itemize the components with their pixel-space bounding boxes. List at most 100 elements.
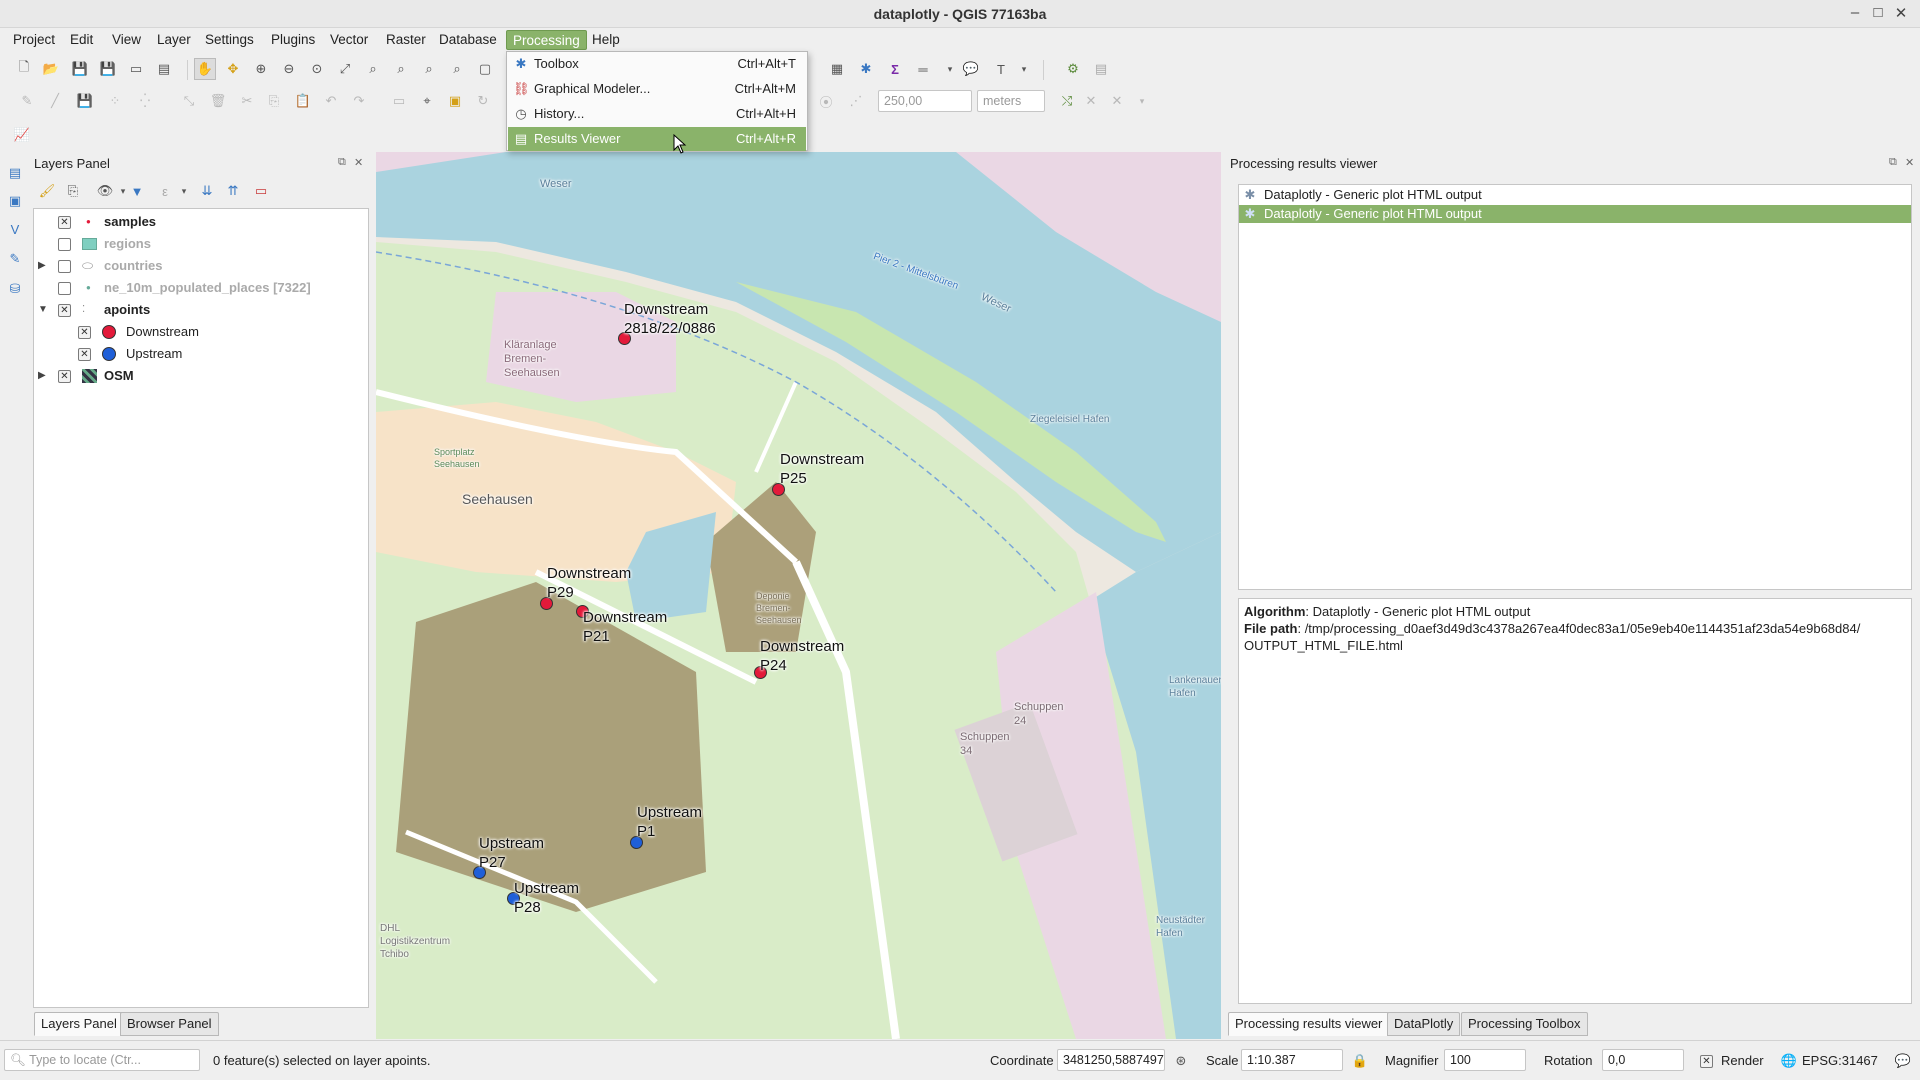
- menu-processing[interactable]: Processing: [506, 30, 587, 50]
- chevron-down-icon[interactable]: ▾: [173, 180, 195, 202]
- legend-checkbox[interactable]: ✕: [78, 326, 91, 339]
- menu-raster[interactable]: Raster: [380, 30, 432, 50]
- intersection-icon[interactable]: ✕: [1080, 90, 1102, 112]
- plugin-icon[interactable]: ▤: [1090, 58, 1112, 80]
- table-icon[interactable]: ▦: [826, 58, 848, 80]
- label-pin-icon[interactable]: ⌖: [416, 90, 438, 112]
- scale-select[interactable]: 1:10.387: [1241, 1049, 1343, 1071]
- tab-processing-results-viewer[interactable]: Processing results viewer: [1228, 1012, 1390, 1036]
- menu-help[interactable]: Help: [586, 30, 626, 50]
- zoom-out-icon[interactable]: ⊖: [278, 58, 300, 80]
- collapse-arrow-icon[interactable]: ▼: [38, 299, 48, 321]
- menu-item-graphical-modeler[interactable]: ⛓ Graphical Modeler... Ctrl+Alt+M: [508, 77, 806, 101]
- menu-layer[interactable]: Layer: [151, 30, 197, 50]
- new-map-view-icon[interactable]: ▢: [474, 58, 496, 80]
- expand-all-icon[interactable]: ⇊: [196, 180, 218, 202]
- menu-database[interactable]: Database: [433, 30, 503, 50]
- pan-to-selection-icon[interactable]: ✥: [222, 58, 244, 80]
- chevron-down-icon[interactable]: ▾: [1131, 90, 1153, 112]
- open-project-icon[interactable]: 📂: [40, 58, 62, 80]
- render-checkbox[interactable]: ✕: [1700, 1055, 1713, 1068]
- add-feature-icon[interactable]: ⁘: [104, 90, 126, 112]
- zoom-in-icon[interactable]: ⊕: [250, 58, 272, 80]
- coordinate-toggle-icon[interactable]: ⊛: [1170, 1050, 1192, 1072]
- zoom-selection-icon[interactable]: ⌕: [362, 58, 384, 80]
- zoom-layer-icon[interactable]: ⌕: [390, 58, 412, 80]
- print-layout-icon[interactable]: ▭: [125, 58, 147, 80]
- new-project-icon[interactable]: 🗋: [13, 58, 35, 80]
- units-select[interactable]: meters: [977, 90, 1045, 112]
- gear-icon[interactable]: ✱: [855, 58, 877, 80]
- zoom-native-icon[interactable]: ⊙: [306, 58, 328, 80]
- menu-settings[interactable]: Settings: [199, 30, 260, 50]
- messages-icon[interactable]: 💬: [1892, 1050, 1914, 1072]
- label-tool-icon[interactable]: ▭: [388, 90, 410, 112]
- crs-globe-icon[interactable]: 🌐: [1778, 1050, 1800, 1072]
- maximize-button[interactable]: □: [1869, 4, 1887, 21]
- layer-row-osm[interactable]: ▶ ✕ OSM: [34, 365, 368, 387]
- remove-layer-icon[interactable]: ▭: [250, 180, 272, 202]
- coordinate-field[interactable]: 3481250,5887497: [1057, 1049, 1165, 1071]
- map-canvas[interactable]: Weser Pier 2 - Mittelsbüren Weser Kläran…: [376, 152, 1221, 1039]
- minimize-button[interactable]: –: [1846, 4, 1864, 21]
- layer-checkbox[interactable]: ✕: [58, 370, 71, 383]
- tab-layers-panel[interactable]: Layers Panel: [34, 1012, 124, 1036]
- layer-row-samples[interactable]: ✕ ● samples: [34, 211, 368, 233]
- float-panel-button[interactable]: ⧉: [1889, 156, 1897, 169]
- zoom-full-icon[interactable]: ⤢: [334, 58, 356, 80]
- tracing-icon[interactable]: ⋰: [845, 90, 867, 112]
- vertex-tool-icon[interactable]: ⁛: [134, 90, 156, 112]
- add-layer-icon[interactable]: ▣: [4, 190, 26, 212]
- close-button[interactable]: ✕: [1892, 4, 1910, 22]
- text-annotation-icon[interactable]: T: [990, 58, 1012, 80]
- filter-icon[interactable]: ▼: [126, 180, 148, 202]
- statistics-icon[interactable]: Σ: [884, 58, 906, 80]
- vector-layer-icon[interactable]: V: [4, 218, 26, 240]
- tab-dataplotly[interactable]: DataPlotly: [1387, 1012, 1461, 1036]
- snapping-icon[interactable]: ⦿: [815, 90, 837, 112]
- tab-processing-toolbox[interactable]: Processing Toolbox: [1461, 1012, 1588, 1036]
- rotation-field[interactable]: 0,0: [1602, 1049, 1684, 1071]
- float-panel-button[interactable]: ⧉: [338, 156, 346, 169]
- menu-vector[interactable]: Vector: [324, 30, 374, 50]
- delete-icon[interactable]: 🗑: [207, 90, 229, 112]
- layout-manager-icon[interactable]: ▤: [153, 58, 175, 80]
- label-highlight-icon[interactable]: ▣: [444, 90, 466, 112]
- close-panel-button[interactable]: ✕: [354, 156, 363, 169]
- result-item[interactable]: ✱ Dataplotly - Generic plot HTML output: [1239, 205, 1911, 223]
- crs-button[interactable]: EPSG:31467: [1802, 1053, 1878, 1068]
- collapse-all-icon[interactable]: ⇈: [222, 180, 244, 202]
- add-group-icon[interactable]: ⎘: [62, 180, 84, 202]
- pan-icon[interactable]: ✋: [194, 58, 216, 80]
- menu-item-toolbox[interactable]: ✱ Toolbox Ctrl+Alt+T: [508, 52, 806, 76]
- cut-icon[interactable]: ✂: [236, 90, 258, 112]
- legend-row-upstream[interactable]: ✕ Upstream: [34, 343, 368, 365]
- layer-row-populated-places[interactable]: ● ne_10m_populated_places [7322]: [34, 277, 368, 299]
- magnifier-field[interactable]: 100: [1444, 1049, 1526, 1071]
- result-item[interactable]: ✱ Dataplotly - Generic plot HTML output: [1239, 186, 1911, 204]
- layer-checkbox[interactable]: ✕: [58, 304, 71, 317]
- close-panel-button[interactable]: ✕: [1905, 156, 1914, 169]
- layer-checkbox[interactable]: [58, 282, 71, 295]
- edit-toggle-icon[interactable]: ╱: [44, 90, 66, 112]
- snap-toggle-icon[interactable]: ⤭: [1056, 90, 1078, 112]
- layer-row-regions[interactable]: regions: [34, 233, 368, 255]
- zoom-last-icon[interactable]: ⌕: [418, 58, 440, 80]
- topology-icon[interactable]: ✕: [1106, 90, 1128, 112]
- copy-icon[interactable]: ⎘: [263, 90, 285, 112]
- expand-arrow-icon[interactable]: ▶: [38, 255, 46, 277]
- zoom-next-icon[interactable]: ⌕: [446, 58, 468, 80]
- locator-input[interactable]: 🔍︎ Type to locate (Ctr...: [4, 1049, 200, 1071]
- move-feature-icon[interactable]: ⤡: [178, 90, 200, 112]
- style-icon[interactable]: 🖌: [36, 180, 58, 202]
- layer-row-apoints[interactable]: ▼ ✕ ⁚ apoints: [34, 299, 368, 321]
- dataplotly-icon[interactable]: 📈: [11, 124, 33, 146]
- save-as-icon[interactable]: 💾: [97, 58, 119, 80]
- save-project-icon[interactable]: 💾: [69, 58, 91, 80]
- redo-icon[interactable]: ↷: [348, 90, 370, 112]
- menu-plugins[interactable]: Plugins: [265, 30, 321, 50]
- layer-row-countries[interactable]: ▶ ⬭ countries: [34, 255, 368, 277]
- menu-item-results-viewer[interactable]: ▤ Results Viewer Ctrl+Alt+R: [508, 127, 806, 151]
- label-rotate-icon[interactable]: ↻: [472, 90, 494, 112]
- layer-checkbox[interactable]: [58, 260, 71, 273]
